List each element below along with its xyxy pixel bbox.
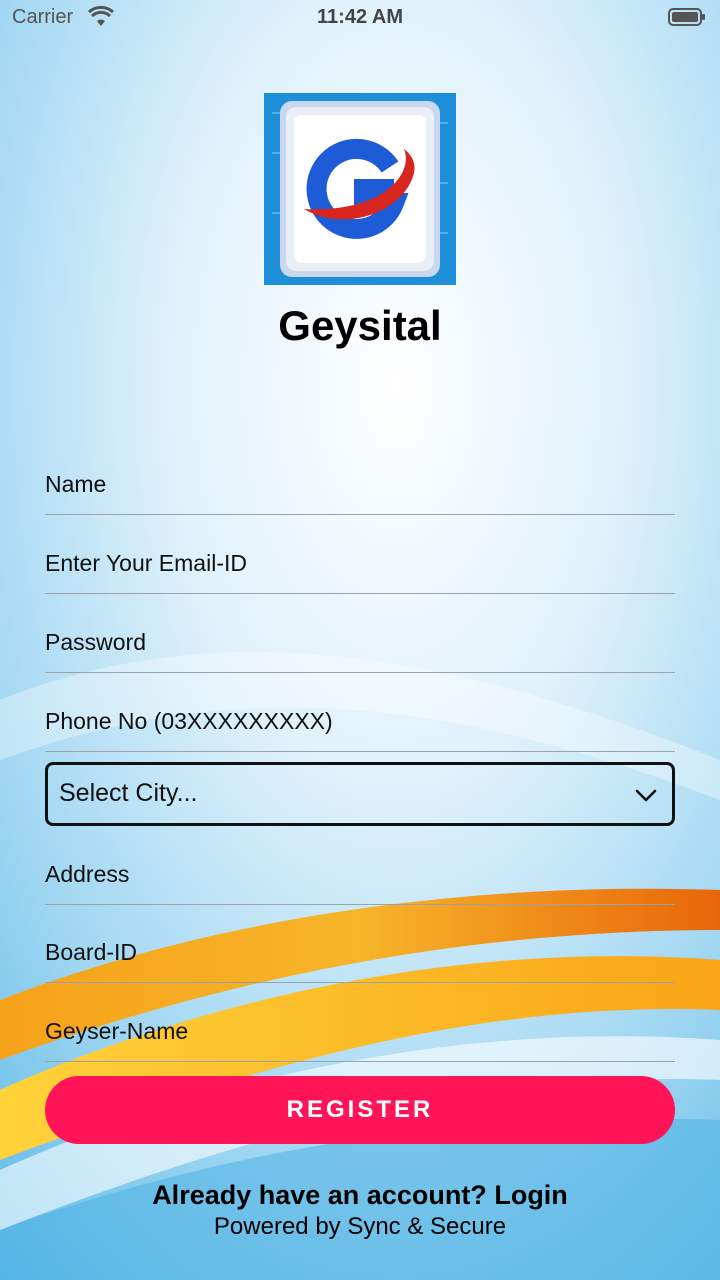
phone-field[interactable]: [45, 691, 675, 752]
app-logo: [264, 93, 456, 285]
password-input[interactable]: [45, 612, 675, 672]
email-input[interactable]: [45, 533, 675, 593]
board-id-input[interactable]: [45, 922, 675, 982]
geyser-name-input[interactable]: [45, 1001, 675, 1061]
email-field[interactable]: [45, 533, 675, 594]
login-link[interactable]: Login: [494, 1180, 567, 1210]
powered-by-text: Powered by Sync & Secure: [213, 1213, 507, 1240]
city-select-label: Select City...: [59, 779, 198, 807]
board-id-field[interactable]: [45, 922, 675, 983]
login-prompt-text: Already have an account?: [152, 1180, 487, 1210]
city-select[interactable]: Select City...: [45, 762, 675, 826]
battery-icon: [668, 8, 705, 26]
name-field[interactable]: [45, 454, 675, 515]
register-button[interactable]: REGISTER: [45, 1076, 675, 1144]
name-input[interactable]: [45, 454, 675, 514]
phone-input[interactable]: [45, 691, 675, 751]
geyser-name-field[interactable]: [45, 1001, 675, 1062]
address-input[interactable]: [45, 844, 675, 904]
status-time: 11:42 AM: [317, 6, 403, 28]
app-title: Geysital: [278, 302, 442, 349]
address-field[interactable]: [45, 844, 675, 905]
password-field[interactable]: [45, 612, 675, 673]
status-bar: Carrier 11:42 AM: [0, 0, 720, 40]
login-prompt: Already have an account? Login: [0, 1180, 720, 1211]
chevron-down-icon: [635, 789, 657, 802]
